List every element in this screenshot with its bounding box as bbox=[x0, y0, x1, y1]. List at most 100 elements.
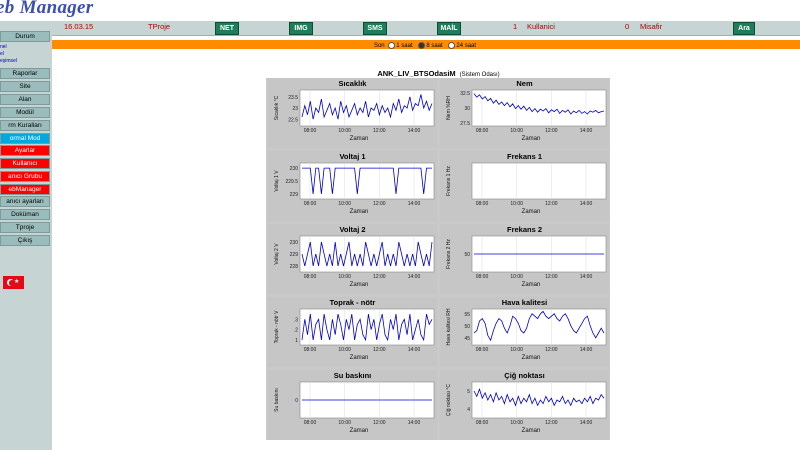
time-option-8h[interactable]: 8 saat bbox=[418, 42, 443, 49]
chart-title: Nem bbox=[516, 79, 533, 88]
y-tick-label: 1 bbox=[295, 338, 298, 344]
x-tick-label: 10:00 bbox=[510, 201, 523, 207]
y-tick-label: .2 bbox=[294, 328, 298, 334]
x-axis-label: Zaman bbox=[350, 136, 369, 142]
sidebar-item[interactable]: Raporlar bbox=[0, 68, 50, 79]
y-axis-label: Nem %RH bbox=[446, 96, 452, 120]
sms-button[interactable]: SMS bbox=[363, 22, 387, 35]
chart-panel: 08:00 10:00 12:00 14:00 32.5 30 27.5 Zaman Nem %… bbox=[440, 78, 609, 148]
sidebar-item[interactable]: rm Kuralları bbox=[0, 120, 50, 131]
chart-title: Frekans 2 bbox=[506, 225, 543, 234]
chart-svg: 08:00 10:00 12:00 14:00 0 Zaman Su baskını bbox=[274, 381, 435, 434]
sidebar-item[interactable]: ormal Mod bbox=[0, 133, 50, 144]
mail-button[interactable]: MAİL bbox=[437, 22, 461, 35]
turkish-flag-icon[interactable]: ★ bbox=[3, 276, 24, 289]
x-tick-label: 14:00 bbox=[408, 274, 421, 280]
y-tick-label: 30 bbox=[464, 106, 470, 112]
sidebar-item[interactable]: anıcı Grubu bbox=[0, 171, 50, 182]
chart-svg: 08:00 10:00 12:00 14:00 230 229.5 229 Zaman Volt… bbox=[274, 162, 435, 215]
sidebar-sublink[interactable]: eşimsel bbox=[0, 58, 17, 64]
y-axis-label: Su baskını bbox=[274, 388, 280, 412]
y-tick-label: 22.5 bbox=[288, 117, 298, 123]
sidebar-item[interactable]: anıcı ayarları bbox=[0, 196, 50, 207]
x-tick-label: 14:00 bbox=[408, 128, 421, 134]
sidebar-sublink[interactable]: nel bbox=[0, 44, 7, 50]
y-axis-label: Hava kalitesi RH bbox=[446, 308, 452, 345]
x-axis-label: Zaman bbox=[350, 355, 369, 361]
chart-title: Hava kalitesi bbox=[501, 298, 548, 307]
users-label: Kullanici bbox=[527, 22, 555, 31]
x-axis-label: Zaman bbox=[522, 282, 541, 288]
y-tick-label: 4 bbox=[467, 407, 470, 413]
chart-svg: 08:00 10:00 12:00 14:00 5 4 Zaman Çiğ noktası °… bbox=[446, 381, 607, 434]
chart-svg: 08:00 10:00 12:00 14:00 230 229 228 Zaman Voltaj… bbox=[274, 235, 435, 288]
radio-icon[interactable] bbox=[388, 42, 396, 49]
radio-selected-icon[interactable] bbox=[418, 42, 426, 49]
sidebar-sublink[interactable]: el bbox=[0, 51, 4, 57]
x-tick-label: 12:00 bbox=[545, 128, 558, 134]
x-tick-label: 14:00 bbox=[580, 420, 593, 426]
x-axis-label: Zaman bbox=[522, 355, 541, 361]
x-tick-label: 08:00 bbox=[476, 274, 489, 280]
sidebar-item[interactable]: Modül bbox=[0, 107, 50, 118]
sidebar-item[interactable]: Kullanıcı bbox=[0, 158, 50, 169]
x-tick-label: 14:00 bbox=[408, 347, 421, 353]
sidebar-item[interactable]: Çıkış bbox=[0, 235, 50, 246]
y-axis-label: Frekans 2 Hz bbox=[446, 239, 452, 269]
y-tick-label: 50 bbox=[464, 324, 470, 330]
y-tick-label: 27.5 bbox=[460, 121, 470, 127]
y-tick-label: 230 bbox=[290, 240, 299, 246]
y-tick-label: 32.5 bbox=[460, 91, 470, 97]
chart-title: Voltaj 2 bbox=[339, 225, 366, 234]
net-button[interactable]: NET bbox=[215, 22, 239, 35]
y-tick-label: .3 bbox=[294, 317, 298, 323]
sidebar-item[interactable]: Alan bbox=[0, 94, 50, 105]
chart-svg: 08:00 10:00 12:00 14:00 55 50 45 Zaman Hava kali… bbox=[446, 308, 607, 361]
chart-panel: 08:00 10:00 12:00 14:00 230 229.5 229 Zaman Volt… bbox=[268, 151, 437, 221]
y-axis-label: Voltaj 2 V bbox=[274, 243, 280, 265]
chart-panel: 08:00 10:00 12:00 14:00 .3 .2 1 Zaman Toprak - n… bbox=[268, 297, 437, 367]
search-button[interactable]: Ara bbox=[733, 22, 755, 35]
y-tick-label: 228 bbox=[290, 264, 299, 270]
x-tick-label: 10:00 bbox=[510, 347, 523, 353]
time-option-1h[interactable]: 1 saat bbox=[388, 42, 413, 49]
x-tick-label: 12:00 bbox=[373, 347, 386, 353]
x-tick-label: 10:00 bbox=[510, 128, 523, 134]
sidebar-item[interactable]: Site bbox=[0, 81, 50, 92]
y-axis-label: Frekans 1 Hz bbox=[446, 166, 452, 196]
x-tick-label: 10:00 bbox=[510, 420, 523, 426]
x-tick-label: 12:00 bbox=[545, 201, 558, 207]
sidebar-item[interactable]: Durum bbox=[0, 31, 50, 42]
x-axis-label: Zaman bbox=[350, 428, 369, 434]
star-icon: ★ bbox=[14, 279, 20, 285]
y-tick-label: 229 bbox=[290, 252, 299, 258]
chart-title: Toprak - nötr bbox=[329, 298, 376, 307]
chart-svg: 08:00 10:00 12:00 14:00 50 Zaman Frekans 2 Hz bbox=[446, 235, 607, 288]
chart-panel: 08:00 10:00 12:00 14:00 230 229 228 Zaman Voltaj… bbox=[268, 224, 437, 294]
y-tick-label: 0 bbox=[295, 398, 298, 404]
x-tick-label: 14:00 bbox=[408, 420, 421, 426]
sidebar-item[interactable]: Tproje bbox=[0, 222, 50, 233]
x-tick-label: 12:00 bbox=[373, 274, 386, 280]
x-axis-label: Zaman bbox=[350, 209, 369, 215]
time-option-24h[interactable]: 24 saat bbox=[448, 42, 476, 49]
x-tick-label: 10:00 bbox=[338, 201, 351, 207]
img-button[interactable]: IMG bbox=[289, 22, 313, 35]
y-tick-label: 230 bbox=[290, 166, 299, 172]
x-tick-label: 12:00 bbox=[545, 347, 558, 353]
time-filter-label: Son bbox=[373, 43, 385, 50]
x-axis-label: Zaman bbox=[522, 428, 541, 434]
chart-title: Frekans 1 bbox=[506, 152, 543, 161]
app-logo: eb Manager bbox=[0, 0, 94, 18]
x-tick-label: 12:00 bbox=[373, 201, 386, 207]
sidebar-item[interactable]: Ayarlar bbox=[0, 145, 50, 156]
x-tick-label: 10:00 bbox=[338, 347, 351, 353]
radio-icon[interactable] bbox=[448, 42, 456, 49]
x-tick-label: 14:00 bbox=[580, 128, 593, 134]
x-tick-label: 12:00 bbox=[373, 420, 386, 426]
x-axis-label: Zaman bbox=[522, 209, 541, 215]
x-tick-label: 14:00 bbox=[408, 201, 421, 207]
sidebar-item[interactable]: Doküman bbox=[0, 209, 50, 220]
chart-panel: 08:00 10:00 12:00 14:00 50 Zaman Frekans 2 Hz F… bbox=[440, 224, 609, 294]
sidebar-item[interactable]: ebManager bbox=[0, 184, 50, 195]
